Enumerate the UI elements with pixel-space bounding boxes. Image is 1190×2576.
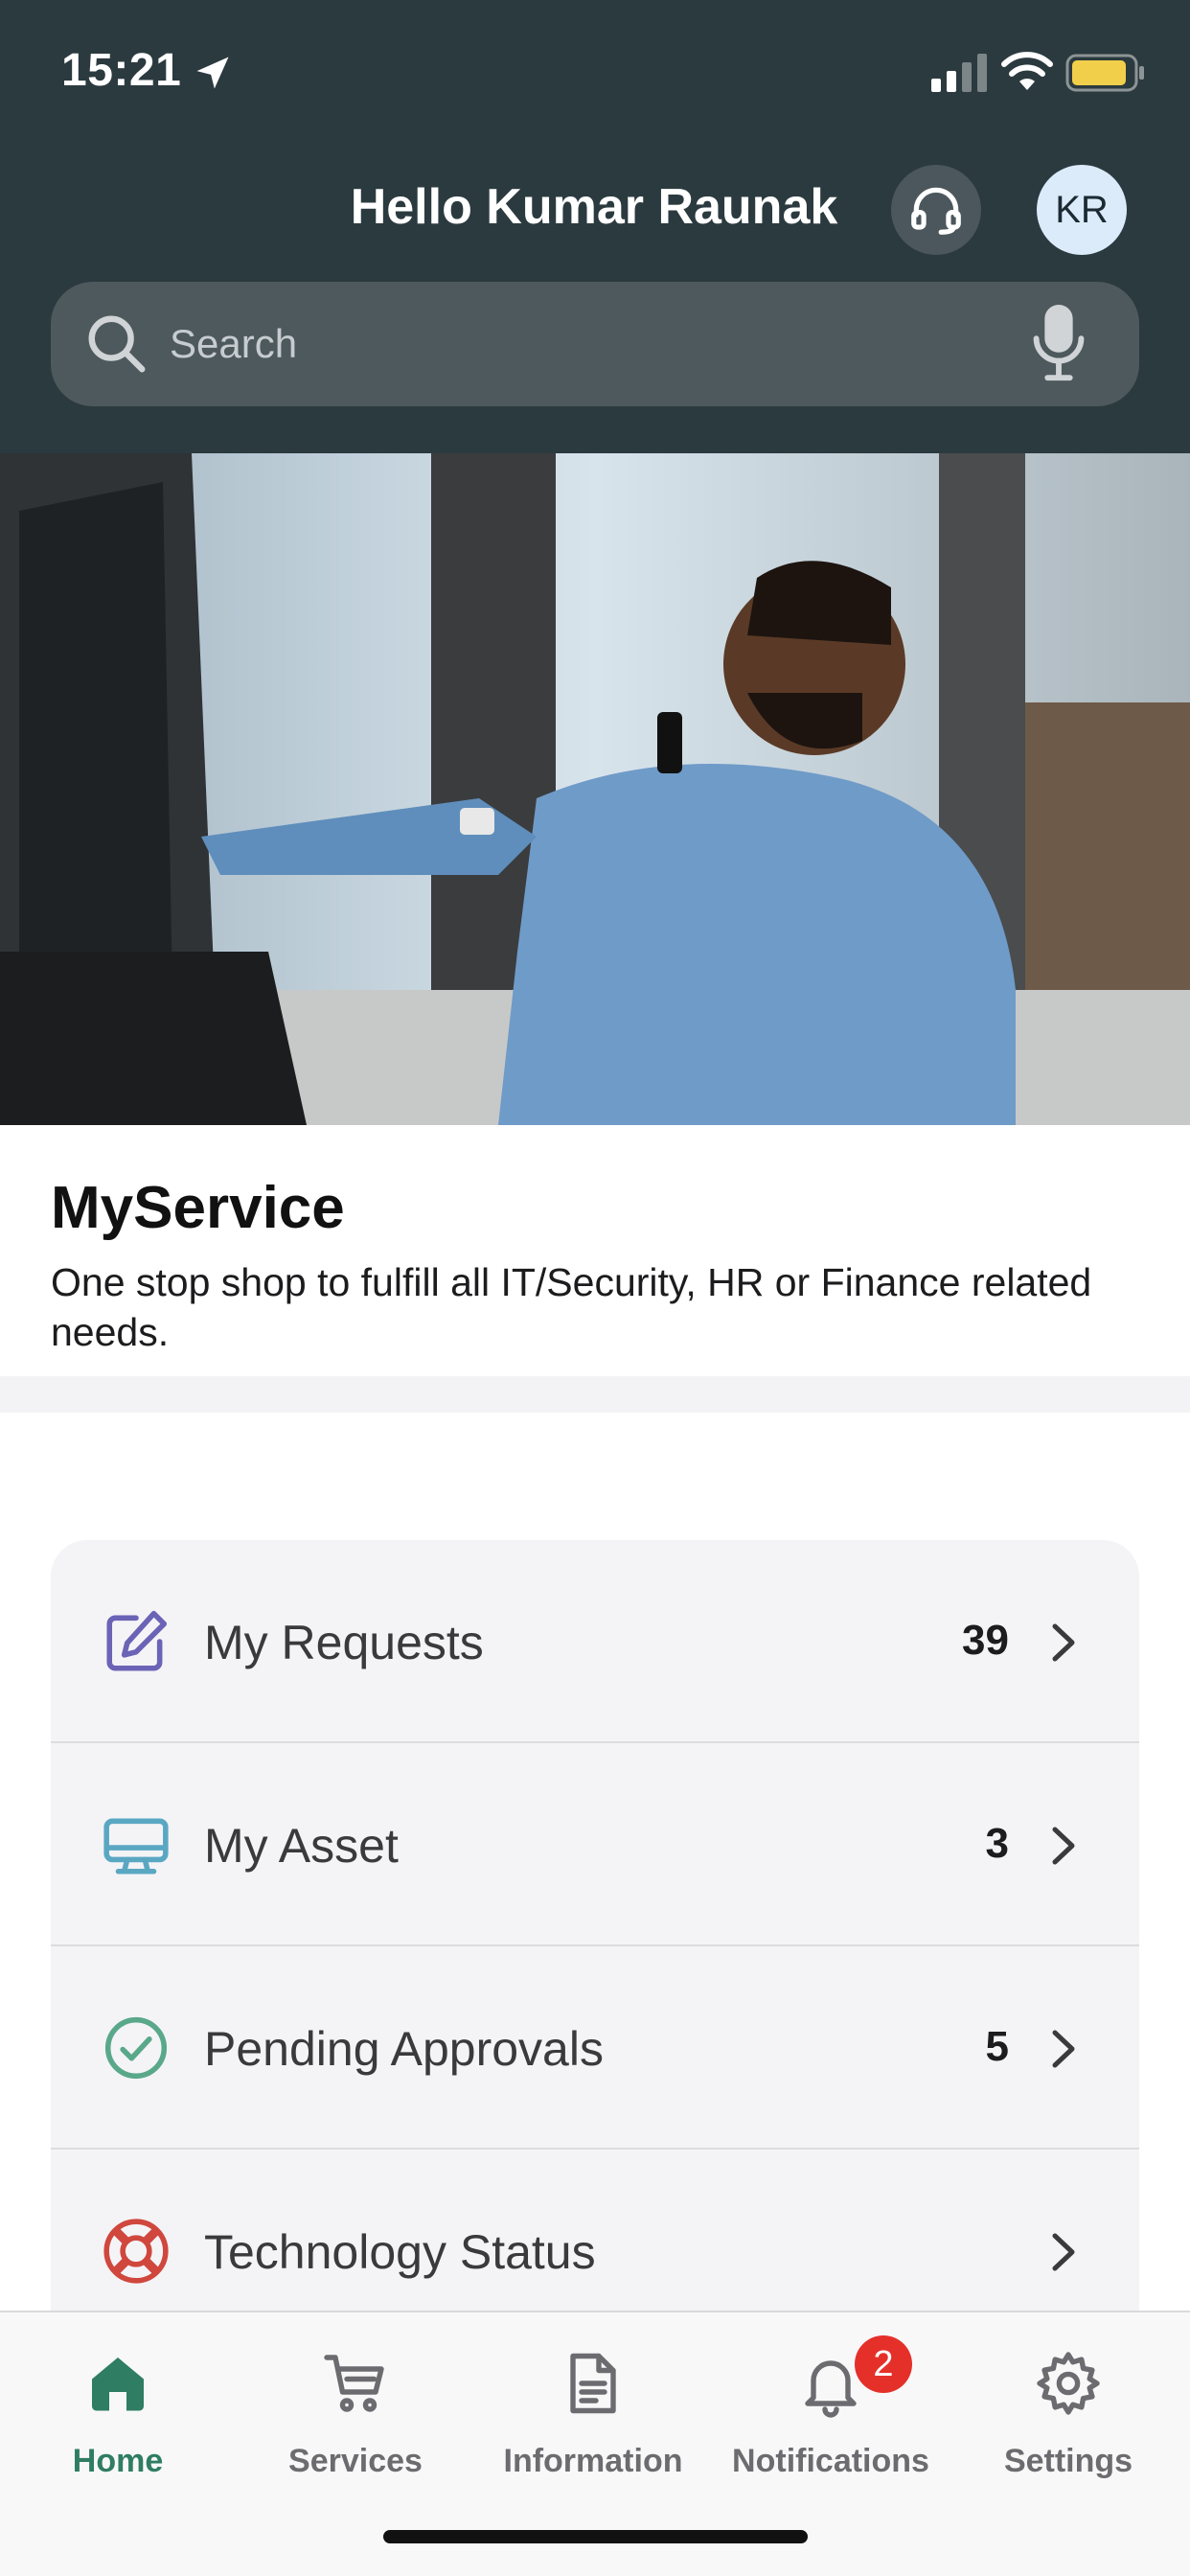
section-divider (0, 1376, 1190, 1413)
lifebuoy-icon (103, 2219, 169, 2284)
service-menu: My Requests 39 My Asset 3 Pending Approv… (51, 1540, 1139, 2326)
edit-icon (106, 1610, 168, 1671)
menu-item-count: 39 (962, 1617, 1009, 1664)
menu-item-technology-status[interactable]: Technology Status (51, 2150, 1139, 2326)
menu-item-pending-approvals[interactable]: Pending Approvals 5 (51, 1946, 1139, 2150)
greeting-text: Hello Kumar Raunak (350, 179, 838, 235)
battery-icon (1065, 54, 1144, 92)
tab-information[interactable]: Information (483, 2335, 703, 2498)
tab-label: Notifications (732, 2443, 929, 2479)
menu-item-count: 5 (985, 2023, 1009, 2070)
chevron-right-icon (1052, 2030, 1075, 2068)
menu-item-label: Pending Approvals (204, 2022, 604, 2076)
chevron-right-icon (1052, 1623, 1075, 1662)
cart-icon (324, 2355, 384, 2412)
chevron-right-icon (1052, 1827, 1075, 1865)
tab-label: Information (503, 2443, 683, 2479)
microphone-icon[interactable] (1030, 305, 1087, 383)
monitor-icon (103, 1818, 169, 1874)
tab-label: Home (72, 2443, 164, 2479)
tab-notifications[interactable]: 2 Notifications (721, 2335, 941, 2498)
chevron-right-icon (1052, 2233, 1075, 2271)
menu-item-my-requests[interactable]: My Requests 39 (51, 1540, 1139, 1743)
page-description: One stop shop to fulfill all IT/Security… (51, 1260, 1092, 1354)
status-time: 15:21 (61, 45, 182, 96)
document-icon (570, 2353, 616, 2414)
home-icon (92, 2358, 144, 2411)
app-header: 15:21 Hello Kumar Raunak KR (0, 0, 1190, 453)
tab-label: Settings (1003, 2443, 1133, 2479)
tab-home[interactable]: Home (8, 2335, 228, 2498)
cellular-signal-icon (931, 54, 987, 92)
location-arrow-icon (196, 57, 229, 89)
search-input[interactable] (170, 310, 994, 378)
tab-label: Services (288, 2443, 423, 2479)
home-indicator (383, 2530, 808, 2543)
avatar[interactable]: KR (1037, 165, 1127, 255)
menu-item-count: 3 (985, 1820, 1009, 1867)
search-icon (88, 315, 146, 373)
support-button[interactable] (891, 165, 981, 255)
notification-badge: 2 (855, 2335, 912, 2393)
search-bar[interactable] (51, 282, 1139, 406)
wifi-icon (1001, 52, 1053, 90)
tab-settings[interactable]: Settings (958, 2335, 1179, 2498)
page-title: MyService (51, 1175, 345, 1241)
menu-item-label: My Asset (204, 1819, 399, 1873)
headset-icon (911, 187, 961, 235)
gear-icon (1037, 2352, 1100, 2415)
menu-item-my-asset[interactable]: My Asset 3 (51, 1743, 1139, 1946)
menu-item-label: My Requests (204, 1616, 484, 1669)
hero-image (0, 453, 1190, 1125)
check-circle-icon (104, 2016, 168, 2080)
tab-services[interactable]: Services (245, 2335, 466, 2498)
menu-item-label: Technology Status (204, 2225, 596, 2279)
